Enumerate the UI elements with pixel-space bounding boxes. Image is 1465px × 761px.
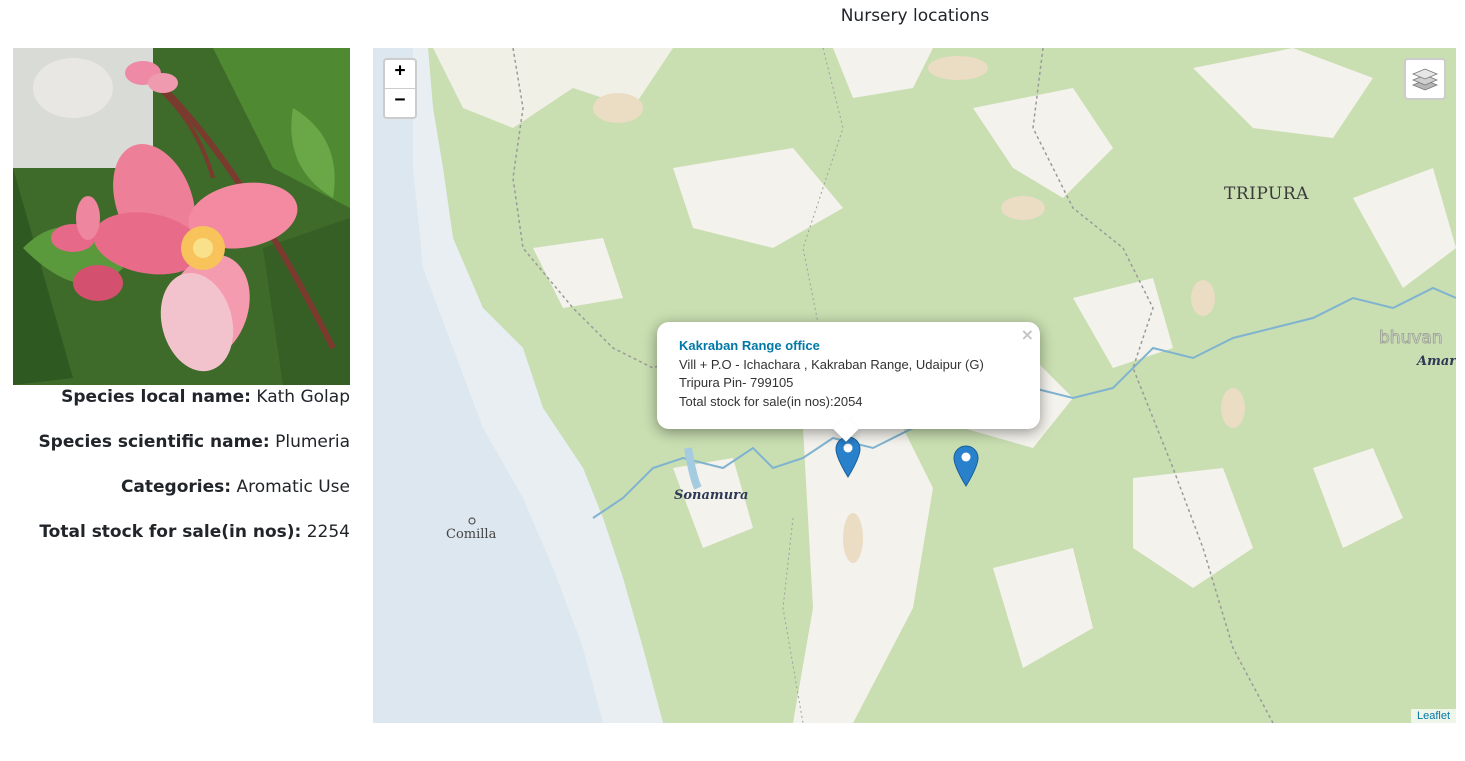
- local-name-value: Kath Golap: [256, 387, 350, 407]
- nursery-marker-2[interactable]: [953, 445, 979, 487]
- layers-button[interactable]: [1404, 58, 1446, 100]
- popup-stock: Total stock for sale(in nos):2054: [679, 393, 863, 409]
- species-photo: [13, 48, 350, 385]
- species-categories: Categories: Aromatic Use: [13, 476, 350, 499]
- nursery-marker-kakraban[interactable]: [835, 436, 861, 478]
- local-name-label: Species local name:: [61, 387, 251, 407]
- nursery-popup: Kakraban Range office Vill + P.O - Ichac…: [657, 322, 1040, 442]
- map-marker-icon: [953, 445, 979, 487]
- zoom-in-button[interactable]: +: [385, 60, 415, 88]
- page-title: Nursery locations: [840, 6, 990, 26]
- popup-title: Kakraban Range office: [679, 338, 820, 353]
- map-attribution-link[interactable]: Leaflet: [1410, 709, 1456, 723]
- total-stock-label: Total stock for sale(in nos):: [39, 522, 302, 542]
- zoom-control: + −: [383, 58, 417, 119]
- scientific-name-value: Plumeria: [275, 432, 350, 452]
- nursery-map[interactable]: TRIPURA Sonamura Comilla Amar bhuvan + −…: [373, 48, 1456, 723]
- species-total-stock: Total stock for sale(in nos): 2254: [13, 521, 350, 544]
- species-scientific-name: Species scientific name: Plumeria: [13, 431, 350, 454]
- categories-value: Aromatic Use: [236, 477, 350, 497]
- popup-close-button[interactable]: ×: [1021, 325, 1034, 345]
- place-label-sonamura: Sonamura: [674, 488, 749, 503]
- place-label-amar: Amar: [1417, 354, 1456, 369]
- popup-address-line1: Vill + P.O - Ichachara , Kakraban Range,…: [679, 356, 984, 372]
- species-local-name: Species local name: Kath Golap: [13, 386, 350, 409]
- species-info: Species local name: Kath Golap Species s…: [13, 386, 350, 566]
- place-label-tripura: TRIPURA: [1224, 184, 1309, 204]
- categories-label: Categories:: [120, 477, 232, 497]
- layers-icon: [1411, 68, 1439, 91]
- zoom-out-button[interactable]: −: [385, 88, 415, 117]
- place-label-comilla: Comilla: [446, 527, 497, 542]
- watermark-bhuvan: bhuvan: [1379, 328, 1444, 349]
- map-marker-icon: [835, 436, 861, 478]
- scientific-name-label: Species scientific name:: [38, 432, 270, 452]
- popup-address-line2: Tripura Pin- 799105: [679, 375, 794, 390]
- total-stock-value: 2254: [306, 522, 350, 542]
- popup-content: Kakraban Range office Vill + P.O - Ichac…: [679, 337, 984, 411]
